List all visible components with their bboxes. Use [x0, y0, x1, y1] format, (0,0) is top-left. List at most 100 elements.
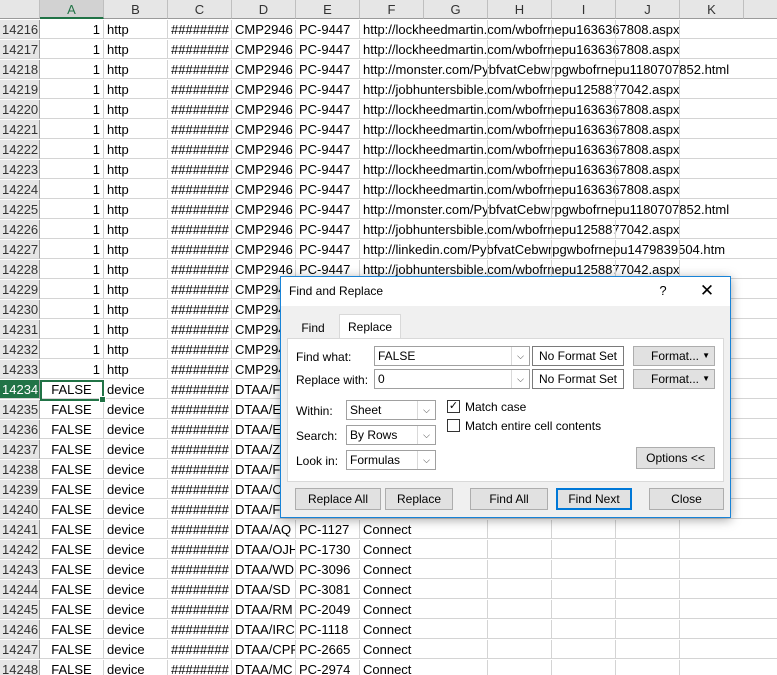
cell-g[interactable] — [424, 140, 488, 159]
cell[interactable] — [744, 360, 777, 379]
cell-d[interactable]: DTAA/CPF — [232, 640, 296, 659]
cell-a[interactable]: 1 — [40, 200, 104, 219]
column-header-a[interactable]: A — [40, 0, 104, 19]
row-header[interactable]: 14232 — [0, 340, 40, 359]
cell-h[interactable] — [488, 60, 552, 79]
cell-j[interactable] — [616, 520, 680, 539]
cell-e[interactable]: PC-9447 — [296, 100, 360, 119]
cell-b[interactable]: http — [104, 100, 168, 119]
cell-k[interactable] — [680, 600, 744, 619]
cell-b[interactable]: device — [104, 560, 168, 579]
cell-k[interactable] — [680, 540, 744, 559]
cell-h[interactable] — [488, 620, 552, 639]
cell-b[interactable]: device — [104, 440, 168, 459]
close-icon[interactable]: ✕ — [695, 280, 719, 302]
cell-a[interactable]: FALSE — [40, 560, 104, 579]
cell-h[interactable] — [488, 600, 552, 619]
cell-j[interactable] — [616, 20, 680, 39]
cell-b[interactable]: http — [104, 200, 168, 219]
cell-i[interactable] — [552, 180, 616, 199]
cell-b[interactable]: http — [104, 120, 168, 139]
cell-j[interactable] — [616, 620, 680, 639]
row-header[interactable]: 14221 — [0, 120, 40, 139]
cell[interactable] — [744, 100, 777, 119]
cell-a[interactable]: 1 — [40, 280, 104, 299]
cell-e[interactable]: PC-2049 — [296, 600, 360, 619]
cell[interactable] — [744, 240, 777, 259]
cell-b[interactable]: device — [104, 500, 168, 519]
row-header[interactable]: 14233 — [0, 360, 40, 379]
cell-c[interactable]: ######## — [168, 80, 232, 99]
cell-a[interactable]: 1 — [40, 40, 104, 59]
cell-a[interactable]: FALSE — [40, 540, 104, 559]
cell-a[interactable]: 1 — [40, 180, 104, 199]
cell-i[interactable] — [552, 520, 616, 539]
cell-c[interactable]: ######## — [168, 560, 232, 579]
row-header[interactable]: 14244 — [0, 580, 40, 599]
cell-a[interactable]: 1 — [40, 60, 104, 79]
cell-c[interactable]: ######## — [168, 460, 232, 479]
cell-i[interactable] — [552, 120, 616, 139]
cell-k[interactable] — [680, 640, 744, 659]
cell-c[interactable]: ######## — [168, 300, 232, 319]
cell-c[interactable]: ######## — [168, 480, 232, 499]
cell-j[interactable] — [616, 80, 680, 99]
cell-h[interactable] — [488, 100, 552, 119]
match-case-checkbox[interactable]: ✓ — [447, 400, 460, 413]
cell[interactable] — [744, 300, 777, 319]
row-header[interactable]: 14227 — [0, 240, 40, 259]
dialog-titlebar[interactable]: Find and Replace ? ✕ — [281, 277, 730, 306]
replace-format-button[interactable]: Format... ▼ — [633, 369, 715, 389]
cell-b[interactable]: device — [104, 400, 168, 419]
cell-j[interactable] — [616, 180, 680, 199]
cell-k[interactable] — [680, 240, 744, 259]
cell-b[interactable]: device — [104, 640, 168, 659]
cell-a[interactable]: FALSE — [40, 500, 104, 519]
replace-button[interactable]: Replace — [385, 488, 453, 510]
cell-f[interactable]: http://lockheedmartin.com/wbofrnepu16363… — [360, 180, 680, 199]
row-header[interactable]: 14231 — [0, 320, 40, 339]
cell[interactable] — [744, 600, 777, 619]
cell[interactable] — [744, 180, 777, 199]
cell-i[interactable] — [552, 660, 616, 675]
cell-c[interactable]: ######## — [168, 540, 232, 559]
cell-d[interactable]: CMP2946 — [232, 180, 296, 199]
cell-a[interactable]: 1 — [40, 360, 104, 379]
cell-b[interactable]: http — [104, 260, 168, 279]
cell-b[interactable]: device — [104, 380, 168, 399]
cell-a[interactable]: 1 — [40, 260, 104, 279]
cell-c[interactable]: ######## — [168, 40, 232, 59]
cell-e[interactable]: PC-9447 — [296, 120, 360, 139]
cell-j[interactable] — [616, 560, 680, 579]
cell-c[interactable]: ######## — [168, 420, 232, 439]
cell-c[interactable]: ######## — [168, 440, 232, 459]
cell-g[interactable] — [424, 180, 488, 199]
cell-e[interactable]: PC-9447 — [296, 240, 360, 259]
cell-c[interactable]: ######## — [168, 380, 232, 399]
cell-b[interactable]: http — [104, 220, 168, 239]
cell-k[interactable] — [680, 120, 744, 139]
cell-a[interactable]: FALSE — [40, 600, 104, 619]
cell[interactable] — [744, 460, 777, 479]
cell-c[interactable]: ######## — [168, 280, 232, 299]
cell-g[interactable] — [424, 20, 488, 39]
row-header[interactable]: 14229 — [0, 280, 40, 299]
cell-e[interactable]: PC-2974 — [296, 660, 360, 675]
cell-a[interactable]: FALSE — [40, 660, 104, 675]
cell-e[interactable]: PC-1118 — [296, 620, 360, 639]
cell-g[interactable] — [424, 580, 488, 599]
column-header-d[interactable]: D — [232, 0, 296, 19]
cell-c[interactable]: ######## — [168, 580, 232, 599]
column-header-j[interactable]: J — [616, 0, 680, 19]
cell-f[interactable]: http://lockheedmartin.com/wbofrnepu16363… — [360, 140, 680, 159]
cell-f[interactable]: Connect — [360, 600, 424, 619]
cell-g[interactable] — [424, 80, 488, 99]
cell-a[interactable]: FALSE — [40, 480, 104, 499]
cell-b[interactable]: http — [104, 20, 168, 39]
cell-b[interactable]: http — [104, 360, 168, 379]
cell[interactable] — [744, 540, 777, 559]
tab-find[interactable]: Find — [295, 317, 331, 339]
cell-c[interactable]: ######## — [168, 360, 232, 379]
cell-g[interactable] — [424, 60, 488, 79]
cell[interactable] — [744, 660, 777, 675]
